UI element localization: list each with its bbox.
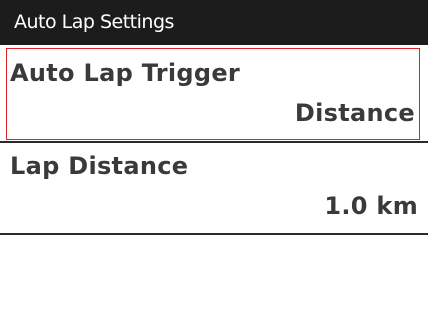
setting-label: Lap Distance [10, 152, 189, 180]
lap-distance-setting[interactable]: Lap Distance 1.0 km [0, 142, 428, 234]
auto-lap-trigger-setting[interactable]: Auto Lap Trigger Distance [6, 48, 420, 140]
setting-value: Distance [294, 99, 415, 127]
page-title: Auto Lap Settings [0, 0, 428, 45]
setting-value: 1.0 km [324, 192, 418, 220]
setting-label: Auto Lap Trigger [10, 59, 241, 87]
device-screen: Auto Lap Settings Auto Lap Trigger Dista… [0, 0, 428, 322]
empty-list-area [0, 235, 428, 322]
